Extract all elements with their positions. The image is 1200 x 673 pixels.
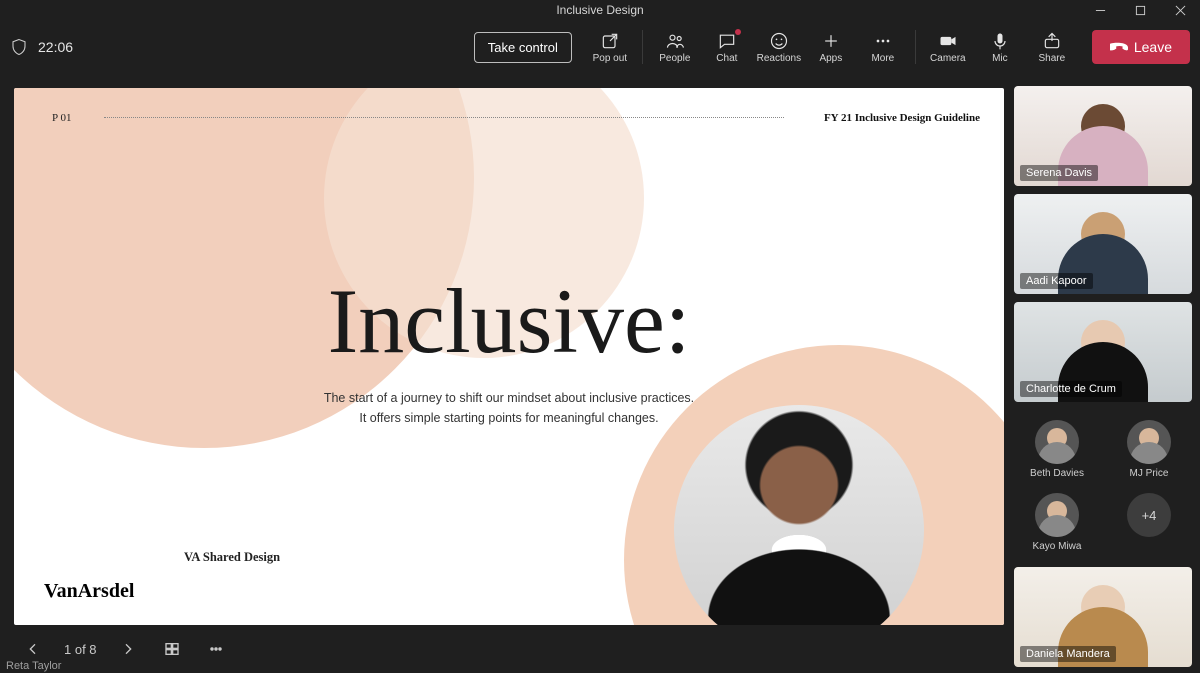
slide-brand: VanArsdel [44, 580, 134, 603]
share-button[interactable]: Share [1026, 27, 1078, 68]
window-title: Inclusive Design [556, 3, 643, 17]
leave-button[interactable]: Leave [1092, 30, 1190, 64]
slide-section-label: VA Shared Design [184, 550, 280, 565]
more-icon [873, 31, 893, 51]
close-button[interactable] [1160, 0, 1200, 20]
meeting-timer: 22:06 [38, 39, 73, 55]
slide-photo [674, 405, 924, 625]
mic-icon [990, 31, 1010, 51]
minimize-button[interactable] [1080, 0, 1120, 20]
share-icon [1042, 31, 1062, 51]
reactions-icon [769, 31, 789, 51]
take-control-button[interactable]: Take control [474, 32, 572, 63]
apps-icon [821, 31, 841, 51]
participant-avatars: Beth Davies MJ Price [1014, 410, 1192, 479]
slide-header-text: FY 21 Inclusive Design Guideline [824, 112, 980, 124]
more-button[interactable]: More [857, 27, 909, 68]
participants-panel: Serena Davis Aadi Kapoor Charlotte de Cr… [1014, 74, 1200, 673]
chat-unread-badge [735, 29, 741, 35]
presenter-name: Reta Taylor [6, 660, 61, 672]
slide-title: Inclusive: [14, 268, 1004, 374]
people-button[interactable]: People [649, 27, 701, 68]
shared-slide[interactable]: P 01 FY 21 Inclusive Design Guideline In… [14, 88, 1004, 625]
slide-divider [104, 117, 784, 118]
people-icon [665, 31, 685, 51]
leave-icon [1110, 38, 1128, 56]
camera-button[interactable]: Camera [922, 27, 974, 68]
participant-tile[interactable]: Charlotte de Crum [1014, 302, 1192, 402]
camera-icon [938, 31, 958, 51]
overflow-count: +4 [1127, 493, 1171, 537]
mic-button[interactable]: Mic [974, 27, 1026, 68]
participant-tile[interactable]: Aadi Kapoor [1014, 194, 1192, 294]
maximize-button[interactable] [1120, 0, 1160, 20]
pop-out-button[interactable]: Pop out [584, 27, 636, 68]
chat-icon [717, 31, 737, 51]
participant-name: Aadi Kapoor [1020, 273, 1093, 289]
reactions-button[interactable]: Reactions [753, 27, 805, 68]
grid-view-button[interactable] [159, 636, 185, 662]
slide-more-button[interactable] [203, 636, 229, 662]
participant-name: Charlotte de Crum [1020, 381, 1122, 397]
participant-avatar[interactable]: Beth Davies [1025, 420, 1089, 479]
pop-out-icon [600, 31, 620, 51]
slide-counter: 1 of 8 [64, 642, 97, 657]
slide-page-number: P 01 [52, 112, 71, 124]
shield-icon [10, 38, 28, 56]
participant-avatar[interactable]: MJ Price [1117, 420, 1181, 479]
window-controls [1080, 0, 1200, 20]
chat-button[interactable]: Chat [701, 27, 753, 68]
title-bar: Inclusive Design [0, 0, 1200, 20]
next-slide-button[interactable] [115, 636, 141, 662]
participant-name: Daniela Mandera [1020, 646, 1116, 662]
avatar-photo [1035, 420, 1079, 464]
participant-avatars: Kayo Miwa +4 [1014, 487, 1192, 552]
apps-button[interactable]: Apps [805, 27, 857, 68]
avatar-photo [1127, 420, 1171, 464]
prev-slide-button[interactable] [20, 636, 46, 662]
slide-navigation: 1 of 8 [14, 625, 1004, 673]
participant-tile[interactable]: Serena Davis [1014, 86, 1192, 186]
participant-avatar[interactable]: Kayo Miwa [1025, 493, 1089, 552]
meeting-toolbar: 22:06 Take control Pop out People Chat R… [0, 20, 1200, 74]
avatar-photo [1035, 493, 1079, 537]
overflow-participants[interactable]: +4 [1117, 493, 1181, 552]
participant-name: Serena Davis [1020, 165, 1098, 181]
self-tile[interactable]: Daniela Mandera [1014, 567, 1192, 667]
